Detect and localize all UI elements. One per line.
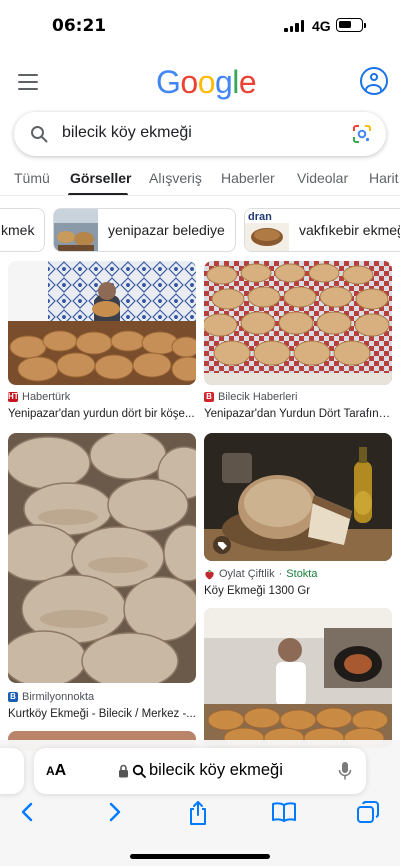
status-bar: 06:21 4G xyxy=(0,0,400,54)
microphone-icon[interactable] xyxy=(338,761,352,781)
tab-all[interactable]: Tümü xyxy=(14,170,50,186)
previous-tab-address-bar[interactable] xyxy=(0,748,24,794)
active-tab-indicator xyxy=(68,193,128,195)
birmilyonnokta-icon: B xyxy=(8,692,18,702)
home-indicator xyxy=(130,854,270,859)
result-title-1[interactable]: Yenipazar'dan yurdun dört bir köşe... xyxy=(8,408,196,420)
address-bar[interactable]: AA bilecik köy ekmeği xyxy=(34,748,366,794)
account-icon[interactable] xyxy=(360,67,388,95)
search-tabs: Tümü Görseller Alışveriş Haberler Videol… xyxy=(0,164,400,196)
search-query[interactable]: bilecik köy ekmeği xyxy=(62,124,192,142)
chip-yenipazar-belediye[interactable]: yenipazar belediye xyxy=(53,208,236,252)
google-logo[interactable]: Google xyxy=(156,64,257,101)
result-title-4[interactable]: Köy Ekmeği 1300 Gr xyxy=(204,585,392,597)
result-source-3[interactable]: B Birmilyonnokta xyxy=(8,691,94,703)
result-image-3[interactable] xyxy=(8,433,196,683)
stock-status: Stokta xyxy=(286,568,318,580)
lock-icon xyxy=(119,764,128,777)
result-image-2[interactable] xyxy=(204,261,392,385)
search-icon xyxy=(132,764,146,778)
google-lens-icon[interactable] xyxy=(352,124,372,144)
hamburger-menu-icon[interactable] xyxy=(18,74,38,90)
tab-images[interactable]: Görseller xyxy=(70,170,131,186)
strawberry-icon xyxy=(205,569,214,579)
address-bar-url[interactable]: bilecik köy ekmeği xyxy=(118,761,283,780)
chip-vakfikebir-ekmegi[interactable]: dran vakfıkebir ekmeği xyxy=(244,208,400,252)
result-title-3[interactable]: Kurtköy Ekmeği - Bilecik / Merkez -... xyxy=(8,708,196,720)
cellular-signal-icon xyxy=(284,20,304,32)
svg-text:dran: dran xyxy=(248,211,272,223)
result-source-4[interactable]: Oylat Çiftlik · Stokta xyxy=(204,568,317,580)
share-icon[interactable] xyxy=(186,800,210,826)
result-image-5[interactable] xyxy=(204,608,392,748)
search-box[interactable]: bilecik köy ekmeği xyxy=(14,112,386,156)
chip-thumbnail-image xyxy=(54,209,98,251)
status-time: 06:21 xyxy=(52,16,107,36)
haberturk-icon: HT xyxy=(8,392,19,402)
bilecik-haberleri-icon: B xyxy=(204,392,214,402)
chip-thumbnail-image: dran xyxy=(245,209,289,251)
tabs-icon[interactable] xyxy=(356,800,380,824)
tab-news[interactable]: Haberler xyxy=(221,170,275,186)
search-icon xyxy=(31,126,48,143)
back-icon[interactable] xyxy=(18,800,38,824)
battery-icon xyxy=(336,18,366,32)
chip-previous[interactable]: kmek xyxy=(0,208,45,252)
product-tag-icon xyxy=(213,536,231,554)
bookmarks-icon[interactable] xyxy=(270,800,298,824)
safari-toolbar: AA bilecik köy ekmeği xyxy=(0,740,400,866)
text-size-button[interactable]: AA xyxy=(46,762,66,780)
result-source-1[interactable]: HT Habertürk xyxy=(8,391,70,403)
tab-maps[interactable]: Harit xyxy=(369,170,399,186)
forward-icon[interactable] xyxy=(104,800,124,824)
result-image-4[interactable] xyxy=(204,433,392,561)
tab-shopping[interactable]: Alışveriş xyxy=(149,170,202,186)
network-type: 4G xyxy=(312,18,331,34)
tab-videos[interactable]: Videolar xyxy=(297,170,348,186)
result-title-2[interactable]: Yenipazar'dan Yurdun Dört Tarafına ... xyxy=(204,408,392,420)
result-source-2[interactable]: B Bilecik Haberleri xyxy=(204,391,297,403)
result-image-1[interactable] xyxy=(8,261,196,385)
safari-nav-bar xyxy=(0,800,400,830)
